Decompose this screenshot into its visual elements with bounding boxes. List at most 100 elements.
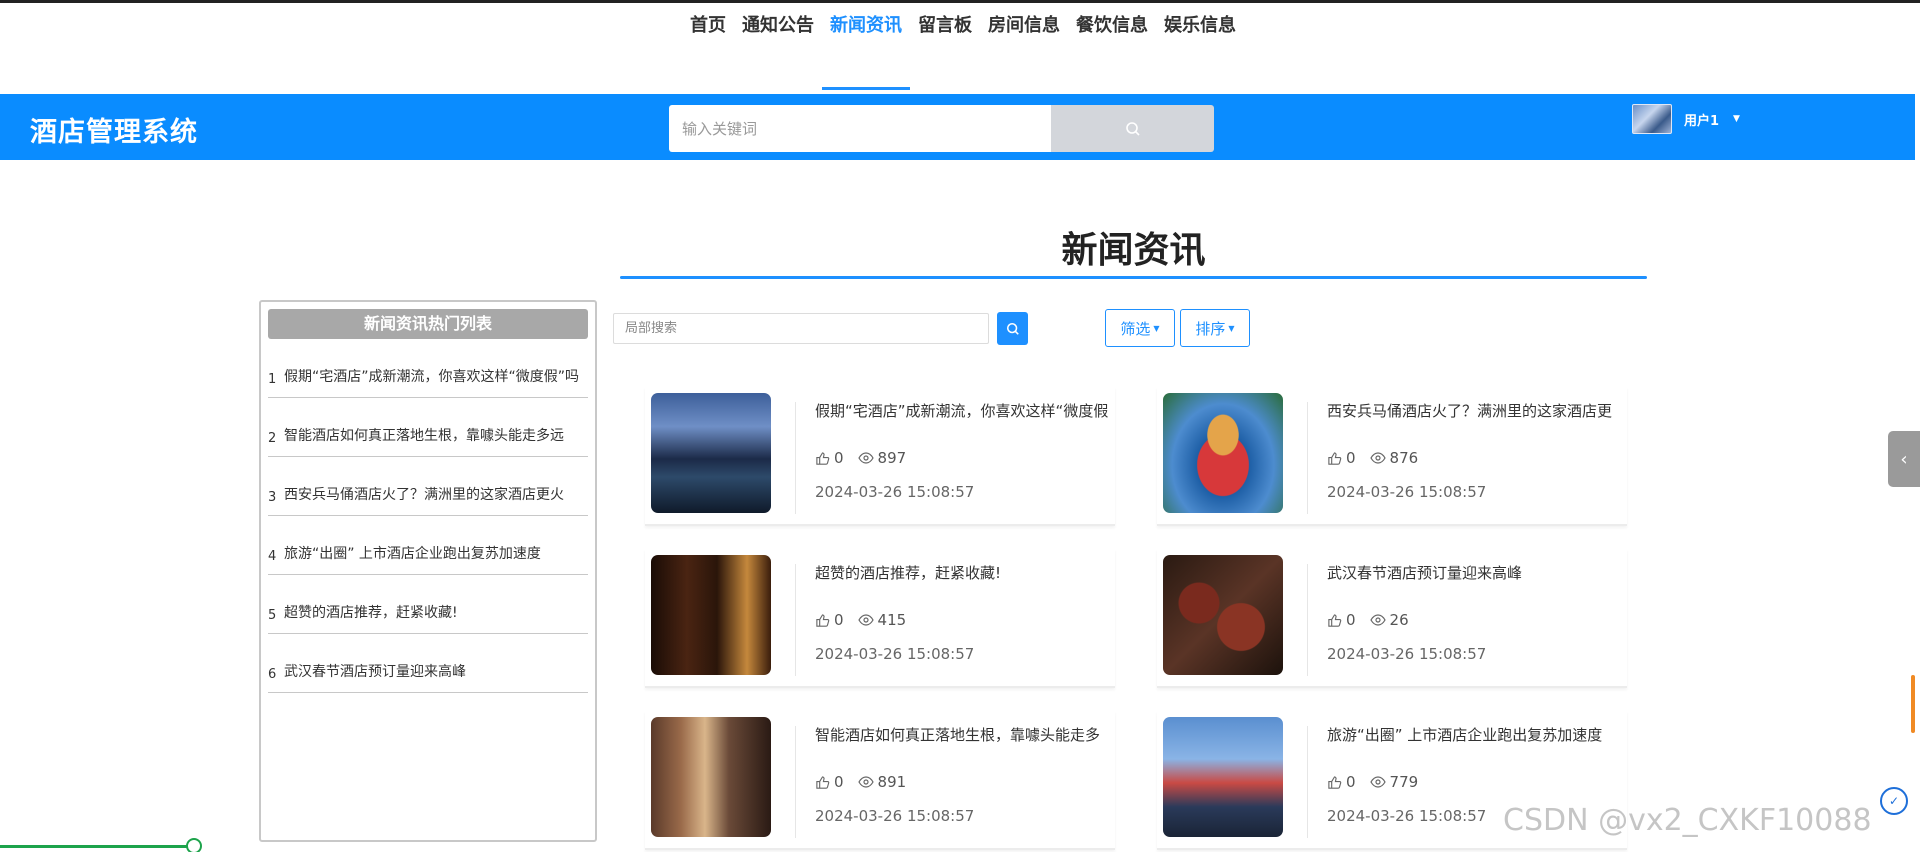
page-title: 新闻资讯 (1061, 230, 1206, 271)
global-search-button[interactable] (1051, 105, 1214, 152)
news-stats: 0 876 (1327, 449, 1432, 467)
progress-knob[interactable] (186, 838, 202, 852)
hot-news-item[interactable]: 2 智能酒店如何真正落地生根，靠噱头能走多远 (268, 398, 588, 457)
news-thumbnail (1163, 717, 1283, 837)
news-title: 智能酒店如何真正落地生根，靠噱头能走多 (815, 726, 1101, 744)
news-date: 2024-03-26 15:08:57 (815, 807, 975, 825)
view-count: 415 (877, 611, 907, 629)
eye-icon (857, 452, 874, 464)
hot-news-item[interactable]: 5 超赞的酒店推荐，赶紧收藏! (268, 575, 588, 634)
nav-item-entertainment[interactable]: 娱乐信息 (1156, 3, 1244, 94)
nav-item-news[interactable]: 新闻资讯 (822, 3, 910, 94)
news-thumbnail (1163, 555, 1283, 675)
nav-item-rooms[interactable]: 房间信息 (980, 3, 1068, 94)
hot-news-item[interactable]: 4 旅游“出圈” 上市酒店企业跑出复苏加速度 (268, 516, 588, 575)
news-date: 2024-03-26 15:08:57 (1327, 807, 1487, 825)
news-card[interactable]: 武汉春节酒店预订量迎来高峰 0 26 2024-03-26 15:08:57 (1157, 549, 1627, 688)
news-title: 武汉春节酒店预订量迎来高峰 (1327, 564, 1523, 582)
search-icon (1125, 121, 1140, 136)
news-stats: 0 891 (815, 773, 920, 791)
hot-news-index: 1 (268, 371, 277, 387)
sort-dropdown-button[interactable]: 排序 ▼ (1180, 309, 1250, 347)
caret-down-icon: ▼ (1228, 323, 1235, 333)
like-count: 0 (834, 773, 844, 791)
card-divider (1307, 402, 1308, 514)
news-date: 2024-03-26 15:08:57 (815, 645, 975, 663)
view-count: 897 (877, 449, 907, 467)
nav-item-dining[interactable]: 餐饮信息 (1068, 3, 1156, 94)
hot-news-list: 1 假期“宅酒店”成新潮流，你喜欢这样“微度假”吗 2 智能酒店如何真正落地生根，靠… (268, 339, 588, 693)
like-count: 0 (834, 449, 844, 467)
hot-news-item[interactable]: 3 西安兵马俑酒店火了？满洲里的这家酒店更火 (268, 457, 588, 516)
news-card[interactable]: 西安兵马俑酒店火了？满洲里的这家酒店更 0 876 2024-03-26 15:… (1157, 387, 1627, 526)
news-date: 2024-03-26 15:08:57 (1327, 645, 1487, 663)
news-title: 西安兵马俑酒店火了？满洲里的这家酒店更 (1327, 402, 1613, 420)
top-nav: 首页 通知公告 新闻资讯 留言板 房间信息 餐饮信息 娱乐信息 (0, 3, 1920, 94)
thumbs-up-icon (816, 613, 830, 627)
thumbs-up-icon (816, 451, 830, 465)
news-thumbnail (651, 555, 771, 675)
hot-news-title: 武汉春节酒店预订量迎来高峰 (283, 664, 466, 680)
news-stats: 0 26 (1327, 611, 1423, 629)
news-stats: 0 897 (815, 449, 920, 467)
hot-news-item[interactable]: 6 武汉春节酒店预订量迎来高峰 (268, 634, 588, 693)
eye-icon (1369, 776, 1386, 788)
news-date: 2024-03-26 15:08:57 (815, 483, 975, 501)
like-count: 0 (1346, 611, 1356, 629)
view-count: 876 (1389, 449, 1419, 467)
nav-item-notices[interactable]: 通知公告 (734, 3, 822, 94)
news-thumbnail (651, 717, 771, 837)
hot-news-title: 旅游“出圈” 上市酒店企业跑出复苏加速度 (283, 546, 541, 562)
local-search-button[interactable] (997, 312, 1028, 345)
view-count: 891 (877, 773, 907, 791)
assistant-float-icon[interactable]: ✓ (1880, 787, 1908, 815)
keyword-search-input[interactable] (669, 105, 1051, 152)
thumbs-up-icon (1328, 613, 1342, 627)
eye-icon (857, 614, 874, 626)
news-card[interactable]: 智能酒店如何真正落地生根，靠噱头能走多 0 891 2024-03-26 15:… (645, 711, 1115, 850)
view-count: 779 (1389, 773, 1419, 791)
card-divider (1307, 726, 1308, 838)
like-count: 0 (834, 611, 844, 629)
global-search (669, 105, 1214, 152)
hot-news-index: 2 (268, 430, 277, 446)
search-icon (1006, 322, 1019, 335)
like-count: 0 (1346, 449, 1356, 467)
hot-news-index: 6 (268, 666, 277, 682)
hot-news-item[interactable]: 1 假期“宅酒店”成新潮流，你喜欢这样“微度假”吗 (268, 339, 588, 398)
news-title: 旅游“出圈” 上市酒店企业跑出复苏加速度 (1327, 726, 1603, 744)
site-logo-title[interactable]: 酒店管理系统 (30, 110, 198, 149)
news-title: 超赞的酒店推荐，赶紧收藏! (815, 564, 1002, 582)
nav-item-messages[interactable]: 留言板 (910, 3, 980, 94)
news-thumbnail (651, 393, 771, 513)
card-divider (795, 402, 796, 514)
local-search-input[interactable] (613, 313, 989, 344)
caret-down-icon: ▼ (1733, 114, 1740, 124)
news-date: 2024-03-26 15:08:57 (1327, 483, 1487, 501)
chevron-left-icon: ‹ (1900, 448, 1908, 470)
nav-item-home[interactable]: 首页 (682, 3, 734, 94)
user-menu[interactable]: 用户1 ▼ (1632, 104, 1740, 134)
thumbs-up-icon (1328, 451, 1342, 465)
scroll-indicator[interactable] (1911, 675, 1915, 733)
side-panel-toggle[interactable]: ‹ (1888, 431, 1920, 487)
card-divider (795, 726, 796, 838)
user-name: 用户1 (1684, 113, 1720, 129)
hot-news-title: 假期“宅酒店”成新潮流，你喜欢这样“微度假”吗 (283, 369, 579, 385)
hot-news-index: 5 (268, 607, 277, 623)
card-divider (1307, 564, 1308, 676)
caret-down-icon: ▼ (1153, 323, 1160, 333)
avatar (1632, 104, 1672, 134)
sidebar-heading: 新闻资讯热门列表 (268, 309, 588, 339)
news-card[interactable]: 假期“宅酒店”成新潮流，你喜欢这样“微度假 0 897 2024-03-26 1… (645, 387, 1115, 526)
filter-dropdown-button[interactable]: 筛选 ▼ (1105, 309, 1175, 347)
watermark: CSDN @vx2_CXKF10088 (1503, 803, 1872, 838)
view-count: 26 (1389, 611, 1409, 629)
hot-news-sidebar: 新闻资讯热门列表 1 假期“宅酒店”成新潮流，你喜欢这样“微度假”吗 2 智能酒店如… (259, 300, 597, 842)
eye-icon (857, 776, 874, 788)
hot-news-title: 智能酒店如何真正落地生根，靠噱头能走多远 (283, 428, 564, 444)
thumbs-up-icon (1328, 775, 1342, 789)
title-underline (620, 276, 1647, 279)
thumbs-up-icon (816, 775, 830, 789)
news-card[interactable]: 超赞的酒店推荐，赶紧收藏! 0 415 2024-03-26 15:08:57 (645, 549, 1115, 688)
